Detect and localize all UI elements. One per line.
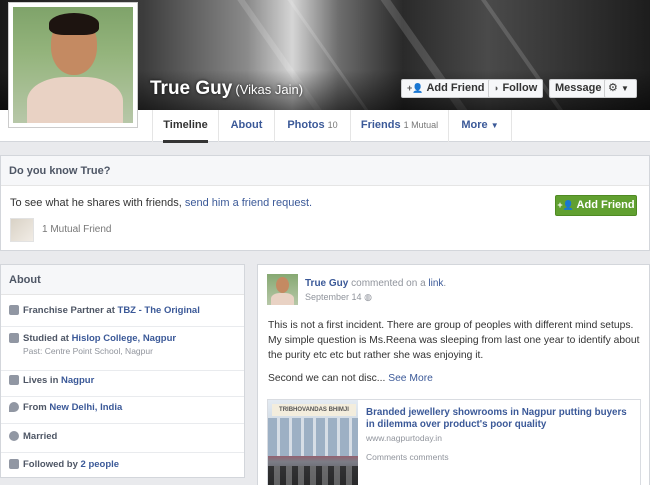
post-author-link[interactable]: True Guy bbox=[305, 278, 348, 289]
caret-down-icon: ▼ bbox=[620, 84, 629, 93]
briefcase-icon bbox=[9, 305, 19, 315]
add-friend-button-secondary[interactable]: +👤 Add Friend bbox=[555, 195, 637, 216]
follow-button[interactable]: ◗ Follow bbox=[488, 79, 544, 98]
shared-link-card[interactable]: TRIBHOVANDAS BHIMJI ZAVERI Branded jewel… bbox=[267, 399, 641, 485]
settings-dropdown-button[interactable]: ⚙ ▼ bbox=[604, 79, 637, 98]
timeline-post: True Guy commented on a link. September … bbox=[257, 264, 650, 485]
mutual-friend-link[interactable]: 1 Mutual Friend bbox=[42, 224, 111, 235]
see-more-link[interactable]: See More bbox=[388, 373, 433, 384]
about-title[interactable]: About bbox=[1, 265, 244, 295]
message-button[interactable]: Message bbox=[549, 79, 608, 98]
location-pin-icon bbox=[9, 402, 19, 412]
post-body: This is not a first incident. There are … bbox=[268, 320, 640, 361]
tab-about[interactable]: About bbox=[218, 110, 274, 142]
past-education: Past: Centre Point School, Nagpur bbox=[23, 346, 153, 356]
post-author-avatar[interactable] bbox=[267, 274, 298, 305]
post-body-continued: Second we can not disc... See More bbox=[268, 373, 433, 384]
shop-sign: TRIBHOVANDAS BHIMJI ZAVERI bbox=[272, 404, 356, 425]
post-link[interactable]: link bbox=[428, 278, 443, 289]
about-followers: Followed by 2 people bbox=[1, 459, 244, 477]
globe-icon: ◍ bbox=[364, 292, 372, 302]
add-friend-icon: +👤 bbox=[407, 83, 424, 93]
rss-icon bbox=[9, 459, 19, 469]
about-relationship: Married bbox=[1, 431, 244, 453]
do-you-know-box: Do you know True? To see what he shares … bbox=[0, 155, 650, 251]
gear-icon: ⚙ bbox=[608, 82, 618, 94]
rss-icon: ◗ bbox=[494, 83, 500, 93]
friend-request-prompt: To see what he shares with friends, send… bbox=[10, 197, 313, 209]
graduation-cap-icon bbox=[9, 333, 19, 343]
shared-link-thumbnail[interactable]: TRIBHOVANDAS BHIMJI ZAVERI bbox=[268, 400, 358, 485]
shared-link-title[interactable]: Branded jewellery showrooms in Nagpur pu… bbox=[366, 407, 634, 431]
add-friend-button[interactable]: +👤 Add Friend bbox=[401, 79, 491, 98]
profile-name[interactable]: True Guy (Vikas Jain) bbox=[150, 78, 303, 100]
about-education: Studied at Hislop College, Nagpur Past: … bbox=[1, 333, 244, 371]
heart-icon bbox=[9, 431, 19, 441]
post-header: True Guy commented on a link. bbox=[305, 278, 447, 289]
profile-alternate-name: (Vikas Jain) bbox=[235, 82, 304, 97]
about-hometown: From New Delhi, India bbox=[1, 402, 244, 424]
photos-count: 10 bbox=[327, 120, 338, 130]
tab-friends[interactable]: Friends 1 Mutual bbox=[350, 110, 448, 142]
about-work: Franchise Partner at TBZ - The Original bbox=[1, 305, 244, 327]
current-city-link[interactable]: Nagpur bbox=[61, 375, 94, 386]
home-icon bbox=[9, 375, 19, 385]
shared-link-url: www.nagpurtoday.in bbox=[366, 433, 442, 443]
profile-name-main[interactable]: True Guy bbox=[150, 78, 232, 99]
education-link[interactable]: Hislop College, Nagpur bbox=[72, 333, 177, 344]
about-current-city: Lives in Nagpur bbox=[1, 375, 244, 397]
tab-photos[interactable]: Photos 10 bbox=[274, 110, 350, 142]
profile-picture[interactable] bbox=[8, 2, 138, 128]
caret-down-icon: ▼ bbox=[490, 121, 499, 130]
tab-timeline[interactable]: Timeline bbox=[152, 110, 218, 143]
do-you-know-title: Do you know True? bbox=[1, 156, 649, 186]
friends-count: 1 Mutual bbox=[403, 120, 439, 130]
about-panel: About Franchise Partner at TBZ - The Ori… bbox=[0, 264, 245, 478]
mutual-friend-thumbnail[interactable] bbox=[10, 218, 34, 242]
send-friend-request-link[interactable]: send him a friend request. bbox=[185, 197, 312, 209]
tab-more[interactable]: More ▼ bbox=[448, 110, 512, 142]
post-timestamp[interactable]: September 14 ◍ bbox=[305, 292, 372, 303]
hometown-link[interactable]: New Delhi, India bbox=[49, 402, 122, 413]
work-place-link[interactable]: TBZ - The Original bbox=[118, 305, 200, 316]
followers-link[interactable]: 2 people bbox=[81, 459, 120, 470]
add-friend-icon: +👤 bbox=[557, 200, 574, 210]
shared-link-comments[interactable]: Comments comments bbox=[366, 452, 449, 462]
